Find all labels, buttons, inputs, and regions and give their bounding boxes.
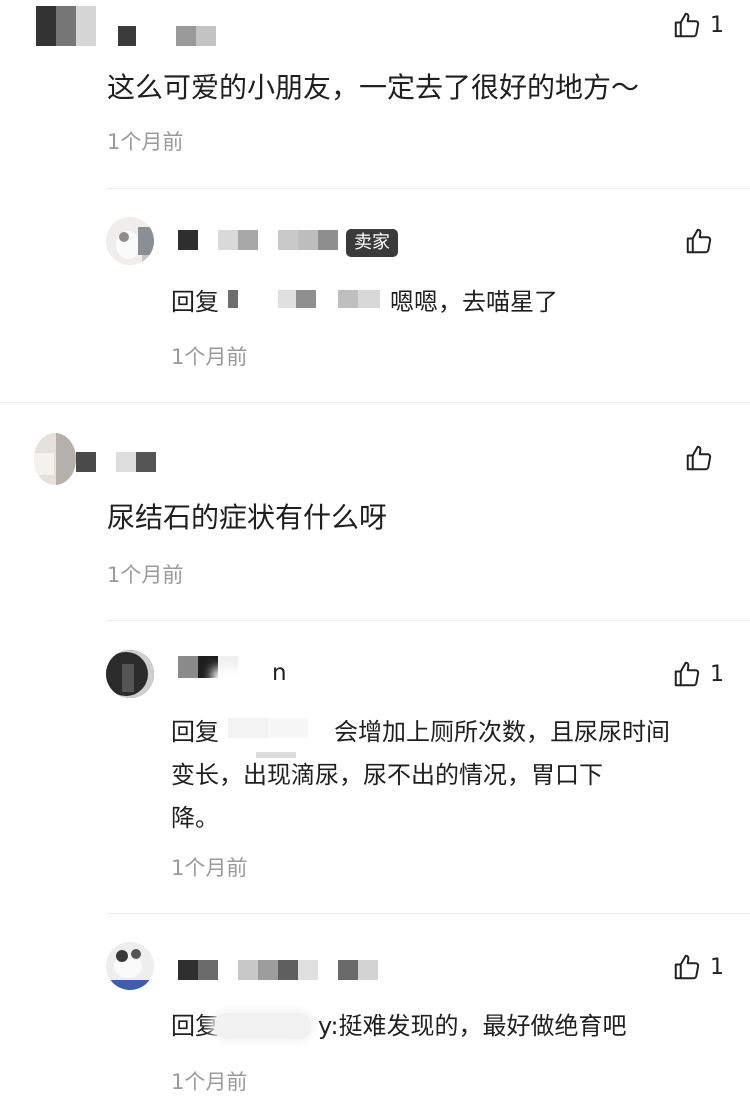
like-button[interactable] [684, 226, 722, 256]
divider [107, 620, 750, 621]
avatar[interactable] [106, 650, 154, 698]
reply-target-censored [228, 290, 380, 308]
divider [107, 913, 750, 914]
reply-target-censored [228, 718, 308, 738]
username-censored [118, 26, 216, 46]
reply-prefix: 回复 [171, 718, 219, 746]
thumbs-up-icon [674, 661, 700, 687]
divider [0, 402, 750, 403]
reply-time: 1个月前 [171, 345, 248, 369]
reply-text-line: 变长，出现滴尿，尿不出的情况，胃口下 [171, 761, 603, 789]
like-count: 1 [710, 12, 724, 38]
reply-text: 嗯嗯，去喵星了 [390, 288, 558, 316]
divider [107, 188, 750, 189]
avatar[interactable] [34, 433, 76, 485]
like-button[interactable]: 1 [672, 952, 724, 982]
reply-target-censored [215, 1013, 311, 1039]
reply-text-line: 降。 [171, 804, 219, 832]
username-censored [76, 452, 156, 472]
username-censored [178, 230, 338, 250]
comment-time: 1个月前 [107, 563, 184, 587]
reply-text-line: 会增加上厕所次数，且尿尿时间 [334, 718, 670, 746]
thumbs-up-icon [686, 445, 712, 471]
thumbs-up-icon [674, 954, 700, 980]
reply-time: 1个月前 [171, 856, 248, 880]
comment-time: 1个月前 [107, 130, 184, 154]
avatar[interactable] [106, 942, 154, 990]
comment-thread: 1 这么可爱的小朋友，一定去了很好的地方～ 1个月前 卖家 回复 嗯嗯，去喵星了… [0, 0, 750, 1111]
username-censored [178, 960, 378, 980]
seller-badge: 卖家 [346, 229, 398, 257]
like-button[interactable]: 1 [672, 10, 724, 40]
comment-text: 这么可爱的小朋友，一定去了很好的地方～ [107, 71, 640, 104]
comment-text: 尿结石的症状有什么呀 [107, 501, 388, 534]
username-tail: n [272, 660, 287, 686]
reply-prefix: 回复 [171, 1012, 219, 1040]
username-censored [178, 656, 238, 678]
like-button[interactable]: 1 [672, 659, 724, 689]
reply-prefix: 回复 [171, 288, 219, 316]
thumbs-up-icon [686, 228, 712, 254]
like-count: 1 [710, 954, 724, 980]
like-button[interactable] [684, 443, 722, 473]
username-censored [36, 6, 96, 46]
reply-time: 1个月前 [171, 1070, 248, 1094]
like-count: 1 [710, 661, 724, 687]
avatar[interactable] [106, 217, 154, 265]
thumbs-up-icon [674, 12, 700, 38]
reply-text: y:挺难发现的，最好做绝育吧 [318, 1012, 627, 1040]
